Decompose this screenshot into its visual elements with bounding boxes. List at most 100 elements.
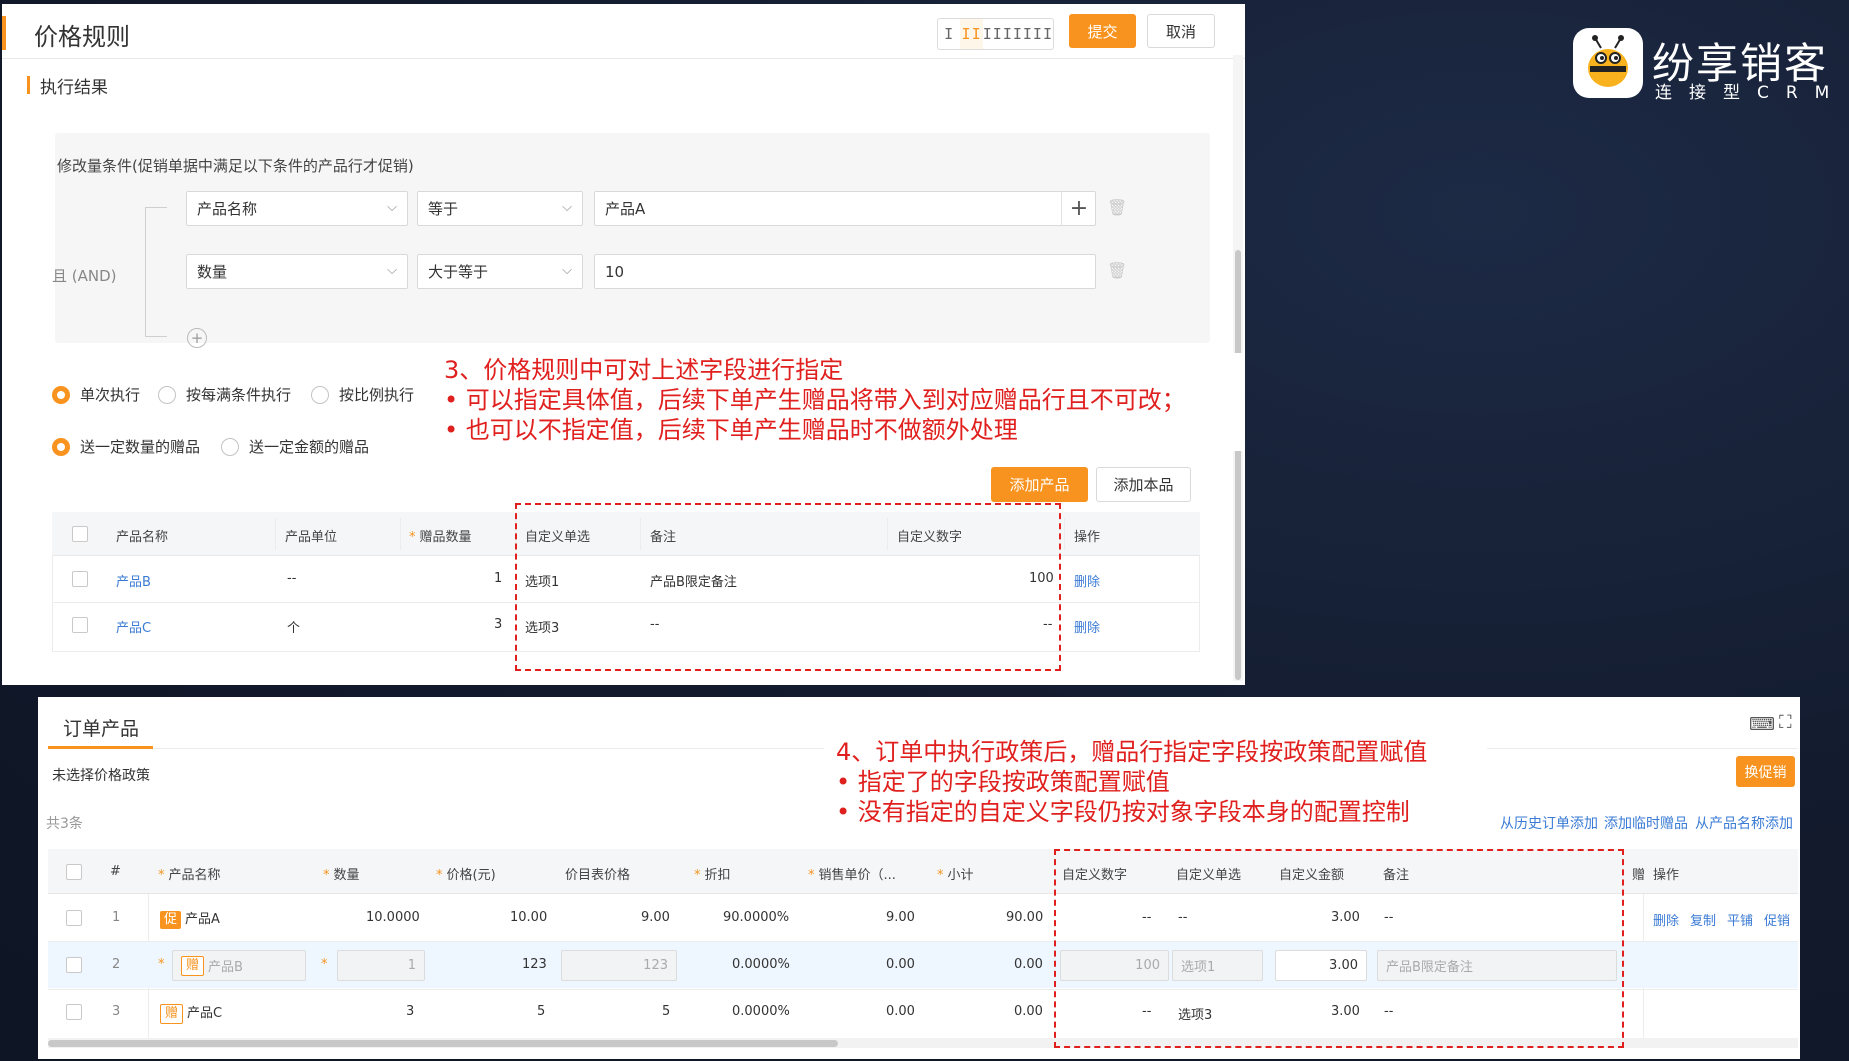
row-1-list-price: 9.00 bbox=[641, 910, 670, 925]
condition-2-field-select[interactable]: 数量 ⌵ bbox=[186, 254, 408, 289]
required-mark: * bbox=[158, 957, 165, 972]
gift-row-1-name-link[interactable]: 产品B bbox=[116, 571, 151, 590]
col-label: 数量 bbox=[333, 868, 360, 883]
row-1-promo-link[interactable]: 促销 bbox=[1764, 910, 1790, 929]
row-checkbox[interactable] bbox=[66, 1004, 82, 1020]
row-3-product: 赠产品C bbox=[160, 1002, 222, 1024]
radio-label: 单次执行 bbox=[80, 386, 141, 404]
order-products-title: 订单产品 bbox=[63, 718, 140, 740]
plus-icon[interactable]: + bbox=[1061, 191, 1096, 226]
gift-row-2-name-link[interactable]: 产品C bbox=[116, 617, 151, 636]
row-checkbox[interactable] bbox=[72, 617, 88, 633]
radio-each-condition[interactable]: 按每满条件执行 bbox=[158, 384, 291, 405]
gift-tag: 赠 bbox=[181, 955, 205, 976]
row-3-subtotal: 0.00 bbox=[1014, 1004, 1043, 1019]
row-3-index: 3 bbox=[112, 1004, 121, 1019]
vertical-scrollbar-thumb[interactable] bbox=[1235, 250, 1241, 680]
row-2-list-price-field[interactable]: 123 bbox=[561, 950, 677, 981]
col-gift-qty-label: 赠品数量 bbox=[419, 530, 472, 545]
select-all-checkbox[interactable] bbox=[66, 864, 82, 880]
row-1-product: 促产品A bbox=[160, 908, 220, 929]
condition-2-operator-select[interactable]: 大于等于 ⌵ bbox=[417, 254, 583, 289]
select-value: 大于等于 bbox=[428, 263, 489, 281]
chevron-down-icon: ⌵ bbox=[387, 200, 397, 215]
col-quantity: * 数量 bbox=[323, 868, 360, 883]
row-checkbox[interactable] bbox=[72, 571, 88, 587]
add-temp-gift-link[interactable]: 添加临时赠品 bbox=[1604, 813, 1688, 833]
radio-proportional[interactable]: 按比例执行 bbox=[311, 384, 414, 405]
condition-2-value-input[interactable]: 10 bbox=[594, 254, 1096, 289]
add-product-button[interactable]: 添加产品 bbox=[991, 467, 1088, 502]
condition-1-operator-select[interactable]: 等于 ⌵ bbox=[417, 191, 583, 226]
panel-header: 价格规则 I II III IIII 提交 取消 bbox=[2, 4, 1245, 59]
layout-3-col-button[interactable]: III bbox=[983, 19, 1013, 49]
col-operation: 操作 bbox=[1653, 868, 1680, 883]
col-label: 小计 bbox=[947, 868, 974, 883]
condition-1-field-select[interactable]: 产品名称 ⌵ bbox=[186, 191, 408, 226]
radio-dot bbox=[221, 437, 239, 456]
gift-row-2-qty: 3 bbox=[494, 617, 503, 632]
gift-row-1-delete-link[interactable]: 删除 bbox=[1074, 571, 1100, 590]
cancel-button[interactable]: 取消 bbox=[1147, 14, 1215, 48]
row-2-product-name: 产品B bbox=[208, 960, 243, 975]
radio-dot bbox=[158, 385, 176, 404]
annotation-callout-3: 3、价格规则中可对上述字段进行指定 • 可以指定具体值，后续下单产生赠品将带入到… bbox=[426, 353, 1244, 451]
col-product-name: * 产品名称 bbox=[158, 868, 221, 883]
radio-dot bbox=[52, 385, 70, 404]
row-2-unit-price: 0.00 bbox=[886, 957, 915, 972]
col-discount: * 折扣 bbox=[694, 868, 731, 883]
gift-row-1-qty: 1 bbox=[494, 571, 503, 586]
col-divider bbox=[1064, 518, 1065, 550]
row-1-delete-link[interactable]: 删除 bbox=[1653, 910, 1679, 929]
add-from-history-link[interactable]: 从历史订单添加 bbox=[1500, 813, 1598, 833]
add-self-product-button[interactable]: 添加本品 bbox=[1096, 467, 1191, 502]
condition-1-value-input[interactable]: 产品A bbox=[594, 191, 1096, 226]
add-from-product-name-link[interactable]: 从产品名称添加 bbox=[1695, 813, 1793, 833]
change-promo-button[interactable]: 换促销 bbox=[1736, 756, 1795, 787]
col-price: * 价格(元) bbox=[436, 868, 496, 883]
required-mark: * bbox=[321, 957, 328, 972]
chevron-down-icon: ⌵ bbox=[562, 263, 572, 278]
radio-gift-quantity[interactable]: 送一定数量的赠品 bbox=[52, 436, 200, 457]
select-value: 数量 bbox=[197, 263, 228, 281]
row-3-product-name: 产品C bbox=[187, 1006, 223, 1021]
col-operation: 操作 bbox=[1074, 530, 1101, 545]
chevron-down-icon: ⌵ bbox=[387, 263, 397, 278]
row-1-copy-link[interactable]: 复制 bbox=[1690, 910, 1716, 929]
annotation-callout-4: 4、订单中执行政策后，赠品行指定字段按政策配置赋值 • 指定了的字段按政策配置赋… bbox=[824, 735, 1487, 829]
row-2-price: 123 bbox=[522, 957, 547, 972]
row-1-tile-link[interactable]: 平铺 bbox=[1727, 910, 1753, 929]
and-operator-label: 且 (AND) bbox=[52, 267, 117, 285]
radio-gift-amount[interactable]: 送一定金额的赠品 bbox=[221, 436, 369, 457]
col-label: 价格(元) bbox=[446, 868, 496, 883]
gift-row-2-delete-link[interactable]: 删除 bbox=[1074, 617, 1100, 636]
row-2-qty-field[interactable]: 1 bbox=[337, 950, 425, 981]
layout-2-col-button[interactable]: II bbox=[960, 19, 983, 49]
callout-4-line-2: • 指定了的字段按政策配置赋值 bbox=[836, 768, 1170, 796]
trash-icon[interactable]: 🗑 bbox=[1107, 261, 1127, 280]
submit-button[interactable]: 提交 bbox=[1069, 14, 1136, 48]
col-divider bbox=[275, 518, 276, 550]
brand-tagline: 连接型CRM bbox=[1655, 83, 1847, 103]
callout-4-line-1: 4、订单中执行政策后，赠品行指定字段按政策配置赋值 bbox=[836, 738, 1428, 766]
col-label: 产品名称 bbox=[168, 868, 221, 883]
col-sale-unit-price: * 销售单价（... bbox=[808, 868, 896, 883]
layout-4-col-button[interactable]: IIII bbox=[1013, 19, 1053, 49]
add-condition-icon[interactable]: + bbox=[187, 328, 207, 348]
radio-label: 按每满条件执行 bbox=[186, 386, 292, 404]
trash-icon[interactable]: 🗑 bbox=[1107, 198, 1127, 217]
fullscreen-icon[interactable]: ⛶ bbox=[1779, 712, 1792, 733]
callout-3-line-3: • 也可以不指定值，后续下单产生赠品时不做额外处理 bbox=[444, 416, 1018, 444]
row-checkbox[interactable] bbox=[66, 910, 82, 926]
select-all-checkbox[interactable] bbox=[72, 526, 88, 542]
row-1-discount: 90.0000% bbox=[723, 910, 790, 925]
horizontal-scrollbar-thumb[interactable] bbox=[48, 1040, 838, 1047]
keyboard-icon[interactable]: ⌨ bbox=[1749, 714, 1775, 735]
row-checkbox[interactable] bbox=[66, 957, 82, 973]
row-1-index: 1 bbox=[112, 910, 121, 925]
title-underline bbox=[48, 746, 153, 749]
radio-dot bbox=[52, 437, 70, 456]
layout-1-col-button[interactable]: I bbox=[938, 19, 960, 49]
radio-single-exec[interactable]: 单次执行 bbox=[52, 384, 140, 405]
row-2-product-field[interactable]: 赠产品B bbox=[172, 950, 306, 981]
